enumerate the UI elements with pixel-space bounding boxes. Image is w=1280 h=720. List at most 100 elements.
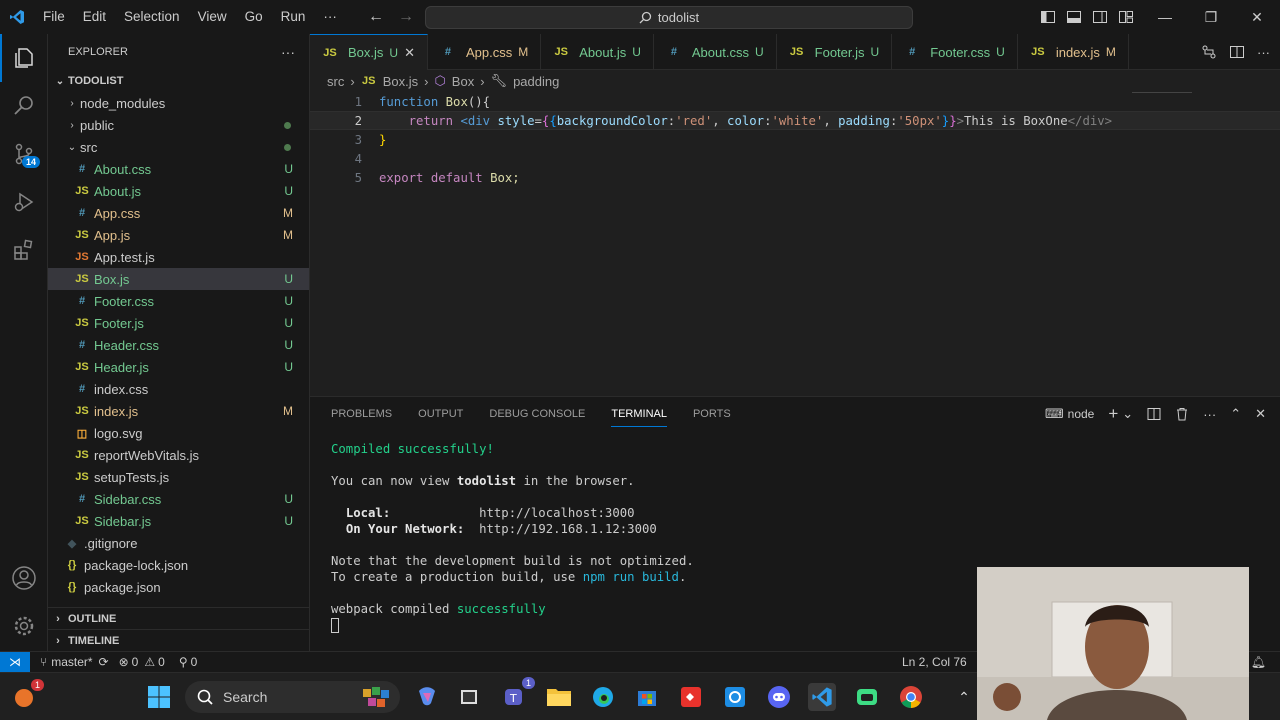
explorer-more-icon[interactable]: ··· bbox=[281, 44, 295, 60]
menu-edit[interactable]: Edit bbox=[74, 0, 115, 34]
back-arrow-icon[interactable]: ← bbox=[368, 8, 384, 26]
customize-layout-icon[interactable] bbox=[1118, 9, 1134, 25]
error-count[interactable]: 0 bbox=[132, 655, 139, 669]
ports-count[interactable]: 0 bbox=[191, 655, 198, 669]
show-hidden-icons-chevron-icon[interactable]: ⌃ bbox=[950, 683, 978, 711]
tree-item[interactable]: ◆ .gitignore bbox=[48, 532, 309, 554]
windows-start-icon[interactable] bbox=[145, 683, 173, 711]
menu-view[interactable]: View bbox=[189, 0, 236, 34]
timeline-section[interactable]: › TIMELINE bbox=[48, 629, 310, 651]
teams-icon[interactable]: T 1 bbox=[501, 677, 535, 711]
toggle-panel-icon[interactable] bbox=[1066, 9, 1082, 25]
tree-item[interactable]: JS Box.js U bbox=[48, 268, 309, 290]
notifications-bell-icon[interactable]: 🔔︎ bbox=[1251, 655, 1266, 669]
split-editor-icon[interactable] bbox=[1229, 44, 1245, 60]
edge-browser-icon[interactable] bbox=[589, 683, 617, 711]
tab-debug-console[interactable]: DEBUG CONSOLE bbox=[489, 408, 585, 420]
tree-root-todolist[interactable]: ⌄ TODOLIST bbox=[48, 70, 309, 92]
terminal-shell-label[interactable]: node bbox=[1068, 407, 1095, 421]
close-tab-icon[interactable]: ✕ bbox=[404, 45, 415, 61]
panel-more-icon[interactable]: ··· bbox=[1203, 407, 1216, 422]
toggle-primary-sidebar-icon[interactable] bbox=[1040, 9, 1056, 25]
microsoft-store-icon[interactable] bbox=[633, 683, 661, 711]
tree-item[interactable]: JS About.js U bbox=[48, 180, 309, 202]
breadcrumb-src[interactable]: src bbox=[327, 74, 344, 89]
file-explorer-icon[interactable] bbox=[545, 683, 573, 711]
close-window-icon[interactable]: ✕ bbox=[1234, 0, 1280, 34]
command-center-search[interactable]: todolist bbox=[425, 6, 913, 29]
menu-go[interactable]: Go bbox=[236, 0, 272, 34]
tree-item[interactable]: JS reportWebVitals.js bbox=[48, 444, 309, 466]
android-studio-icon[interactable] bbox=[853, 683, 881, 711]
forward-arrow-icon[interactable]: → bbox=[398, 8, 414, 26]
tree-item[interactable]: # Sidebar.css U bbox=[48, 488, 309, 510]
widgets-art-icon[interactable] bbox=[362, 683, 390, 711]
editor-tab[interactable]: # About.css U bbox=[654, 34, 777, 70]
remote-indicator-icon[interactable]: ⋊ bbox=[0, 651, 30, 673]
tree-item[interactable]: # App.css M bbox=[48, 202, 309, 224]
accounts-icon[interactable] bbox=[0, 554, 48, 602]
run-debug-icon[interactable] bbox=[0, 178, 48, 226]
tree-item[interactable]: {} package.json bbox=[48, 576, 309, 598]
tree-item[interactable]: ◫ logo.svg bbox=[48, 422, 309, 444]
compare-changes-icon[interactable] bbox=[1201, 44, 1217, 60]
outline-section[interactable]: › OUTLINE bbox=[48, 607, 310, 629]
tree-item[interactable]: # About.css U bbox=[48, 158, 309, 180]
toggle-secondary-sidebar-icon[interactable] bbox=[1092, 9, 1108, 25]
maximize-panel-icon[interactable]: ⌃ bbox=[1230, 406, 1241, 422]
minimap[interactable] bbox=[1132, 92, 1192, 98]
menu-selection[interactable]: Selection bbox=[115, 0, 189, 34]
tree-item[interactable]: JS Header.js U bbox=[48, 356, 309, 378]
chrome-icon[interactable] bbox=[897, 683, 925, 711]
trash-icon[interactable] bbox=[1175, 407, 1189, 421]
editor-tab[interactable]: JS Footer.js U bbox=[777, 34, 893, 70]
weather-widget-icon[interactable]: 1 bbox=[10, 679, 44, 711]
screen-recorder-icon[interactable] bbox=[721, 683, 749, 711]
code-editor[interactable]: 1 function Box(){ 2 return <div style={{… bbox=[310, 92, 1280, 396]
editor-tab[interactable]: # Footer.css U bbox=[892, 34, 1018, 70]
explorer-icon[interactable] bbox=[0, 34, 48, 82]
tree-item[interactable]: JS App.js M bbox=[48, 224, 309, 246]
editor-tab[interactable]: # App.css M bbox=[428, 34, 542, 70]
chevron-down-icon[interactable]: ⌄ bbox=[1122, 406, 1133, 422]
tree-item[interactable]: JS index.js M bbox=[48, 400, 309, 422]
tree-item[interactable]: JS setupTests.js bbox=[48, 466, 309, 488]
new-terminal-icon[interactable]: + bbox=[1108, 404, 1118, 424]
tab-ports[interactable]: PORTS bbox=[693, 408, 731, 420]
tab-problems[interactable]: PROBLEMS bbox=[331, 408, 392, 420]
tab-output[interactable]: OUTPUT bbox=[418, 408, 463, 420]
search-view-icon[interactable] bbox=[0, 82, 48, 130]
tree-item[interactable]: ⌄ src bbox=[48, 136, 309, 158]
minimize-icon[interactable]: — bbox=[1142, 0, 1188, 34]
manage-gear-icon[interactable] bbox=[0, 602, 48, 650]
vscode-taskbar-icon[interactable] bbox=[808, 683, 836, 711]
task-view-icon[interactable] bbox=[455, 683, 483, 711]
warning-count[interactable]: 0 bbox=[158, 655, 165, 669]
menu-more[interactable]: ··· bbox=[314, 0, 346, 34]
tree-item[interactable]: JS App.test.js bbox=[48, 246, 309, 268]
editor-tab[interactable]: JS About.js U bbox=[541, 34, 654, 70]
close-panel-icon[interactable]: ✕ bbox=[1255, 406, 1266, 422]
tree-item[interactable]: {} package-lock.json bbox=[48, 554, 309, 576]
discord-icon[interactable] bbox=[765, 683, 793, 711]
copilot-icon[interactable] bbox=[413, 683, 441, 711]
breadcrumb-symbol[interactable]: Box bbox=[452, 74, 474, 89]
breadcrumb-file[interactable]: Box.js bbox=[383, 74, 418, 89]
tree-item[interactable]: JS Sidebar.js U bbox=[48, 510, 309, 532]
menu-file[interactable]: File bbox=[34, 0, 74, 34]
sync-icon[interactable]: ⟳ bbox=[99, 655, 109, 669]
editor-tab[interactable]: JS index.js M bbox=[1018, 34, 1129, 70]
editor-tab[interactable]: JS Box.js U ✕ bbox=[310, 34, 428, 70]
network-url-link[interactable]: http://192.168.1.12:3000 bbox=[479, 522, 657, 536]
tree-item[interactable]: › node_modules bbox=[48, 92, 309, 114]
terminal-output[interactable]: Compiled successfully! You can now view … bbox=[331, 441, 694, 633]
editor-more-icon[interactable]: ··· bbox=[1257, 45, 1270, 60]
tree-item[interactable]: # Header.css U bbox=[48, 334, 309, 356]
git-branch[interactable]: master* bbox=[51, 655, 92, 669]
tab-terminal[interactable]: TERMINAL bbox=[611, 401, 667, 427]
breadcrumb-property[interactable]: padding bbox=[513, 74, 559, 89]
menu-run[interactable]: Run bbox=[272, 0, 315, 34]
split-terminal-icon[interactable] bbox=[1147, 407, 1161, 421]
tree-item[interactable]: › public bbox=[48, 114, 309, 136]
local-url-link[interactable]: http://localhost:3000 bbox=[479, 506, 634, 520]
